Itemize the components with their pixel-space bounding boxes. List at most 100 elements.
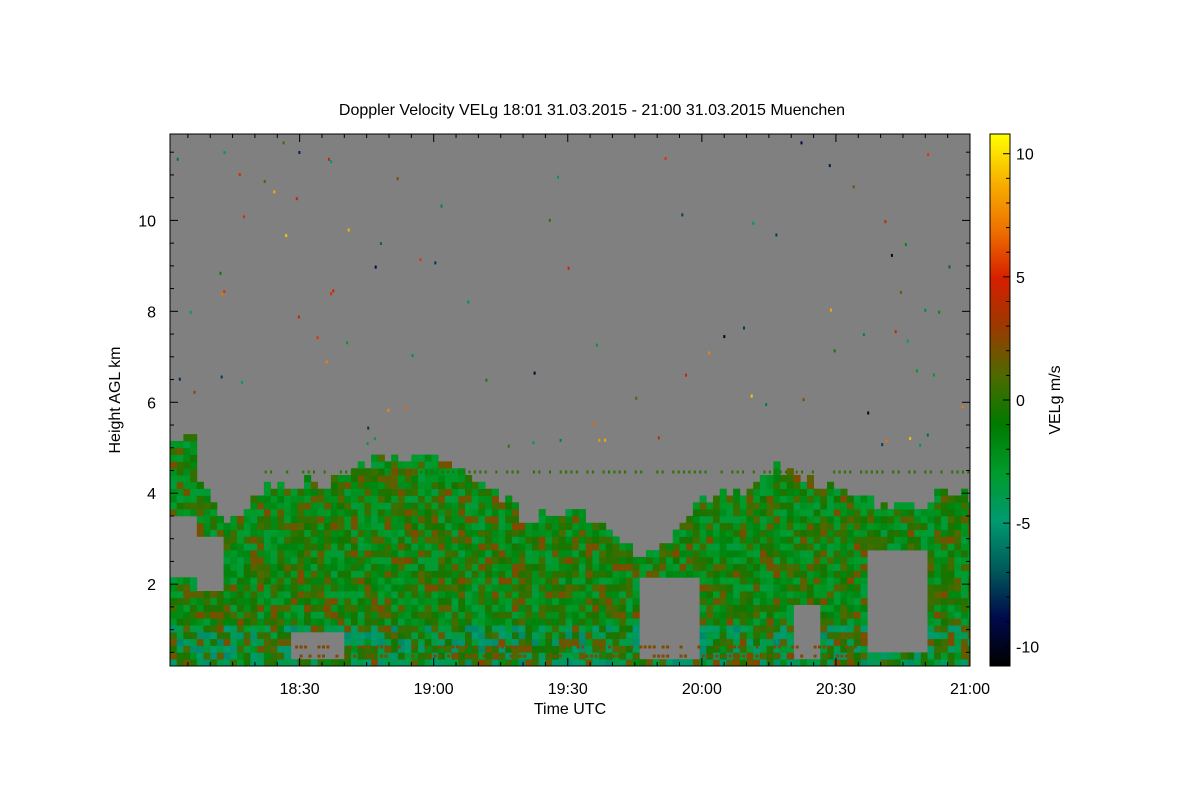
velocity-cell <box>954 509 962 517</box>
velocity-cell <box>612 618 620 626</box>
velocity-cell <box>833 509 841 517</box>
velocity-cell <box>612 611 620 619</box>
velocity-cell <box>451 618 459 626</box>
velocity-cell <box>927 556 935 565</box>
velocity-cell <box>753 631 761 640</box>
velocity-cell <box>391 563 399 571</box>
velocity-cell <box>482 654 486 658</box>
velocity-cell <box>290 577 298 585</box>
velocity-cell <box>418 475 426 483</box>
velocity-cell <box>384 502 392 510</box>
velocity-cell <box>961 543 969 551</box>
velocity-cell <box>438 591 446 599</box>
velocity-cell <box>766 495 774 503</box>
velocity-cell <box>800 577 808 585</box>
velocity-cell <box>344 522 352 530</box>
velocity-cell <box>495 470 498 474</box>
velocity-cell <box>364 556 372 565</box>
velocity-cell <box>397 659 405 666</box>
velocity-cell <box>961 631 969 640</box>
velocity-cell <box>304 543 312 551</box>
velocity-cell <box>625 550 633 558</box>
velocity-cell <box>344 550 352 558</box>
velocity-cell <box>840 522 848 530</box>
velocity-cell <box>914 515 922 524</box>
velocity-cell <box>565 550 573 558</box>
velocity-cell <box>377 509 385 517</box>
velocity-cell <box>806 577 814 585</box>
velocity-cell <box>773 543 781 551</box>
velocity-cell <box>317 659 325 666</box>
velocity-cell <box>317 654 321 658</box>
velocity-cell <box>927 550 935 558</box>
velocity-cell <box>431 570 439 578</box>
velocity-cell <box>813 570 821 578</box>
velocity-cell <box>880 543 888 551</box>
velocity-cell <box>753 550 761 558</box>
velocity-cell <box>713 515 721 524</box>
velocity-cell <box>458 556 466 565</box>
velocity-cell <box>578 584 586 592</box>
velocity-cell <box>290 597 298 605</box>
velocity-cell <box>183 447 191 455</box>
velocity-cell <box>853 509 861 517</box>
velocity-cell <box>532 441 535 445</box>
velocity-cell <box>900 652 908 660</box>
velocity-cell <box>263 529 271 537</box>
velocity-cell <box>391 584 399 592</box>
velocity-cell <box>766 591 774 599</box>
velocity-cell <box>733 659 741 666</box>
velocity-cell <box>284 584 292 592</box>
velocity-cell <box>639 570 647 578</box>
velocity-cell <box>927 570 935 578</box>
velocity-cell <box>847 563 855 571</box>
velocity-cell <box>780 625 788 633</box>
velocity-cell <box>397 604 405 612</box>
velocity-cell <box>786 584 794 592</box>
velocity-cell <box>552 631 560 640</box>
velocity-cell <box>800 570 808 578</box>
velocity-cell <box>853 652 861 660</box>
velocity-cell <box>351 515 359 524</box>
velocity-cell <box>346 341 349 345</box>
velocity-cell <box>552 625 560 633</box>
velocity-cell <box>907 659 915 666</box>
velocity-cell <box>766 563 774 571</box>
velocity-cell <box>438 556 446 565</box>
velocity-cell <box>337 611 345 619</box>
velocity-cell <box>786 618 794 626</box>
velocity-cell <box>270 584 278 592</box>
velocity-cell <box>243 522 251 530</box>
velocity-cell <box>471 631 479 640</box>
velocity-cell <box>371 495 379 503</box>
velocity-cell <box>619 591 627 599</box>
velocity-cell <box>411 522 419 530</box>
velocity-cell <box>612 550 620 558</box>
velocity-cell <box>572 543 580 551</box>
velocity-cell <box>216 618 224 626</box>
velocity-cell <box>170 597 178 605</box>
velocity-cell <box>820 515 828 524</box>
velocity-cell <box>337 604 345 612</box>
velocity-cell <box>773 461 781 469</box>
velocity-cell <box>230 618 238 626</box>
velocity-cell <box>833 604 841 612</box>
velocity-cell <box>284 536 292 544</box>
velocity-cell <box>780 502 788 510</box>
velocity-cell <box>927 652 935 660</box>
velocity-cell <box>465 597 473 605</box>
velocity-cell <box>585 522 593 530</box>
velocity-cell <box>954 577 962 585</box>
velocity-cell <box>485 631 493 640</box>
velocity-cell <box>424 563 432 571</box>
velocity-cell <box>371 631 379 640</box>
velocity-cell <box>250 611 258 619</box>
velocity-cell <box>270 597 278 605</box>
velocity-cell <box>270 522 278 530</box>
velocity-cell <box>940 509 948 517</box>
velocity-cell <box>344 584 352 592</box>
velocity-cell <box>706 509 714 517</box>
velocity-cell <box>465 604 473 612</box>
velocity-cell <box>951 470 954 474</box>
velocity-cell <box>552 604 560 612</box>
